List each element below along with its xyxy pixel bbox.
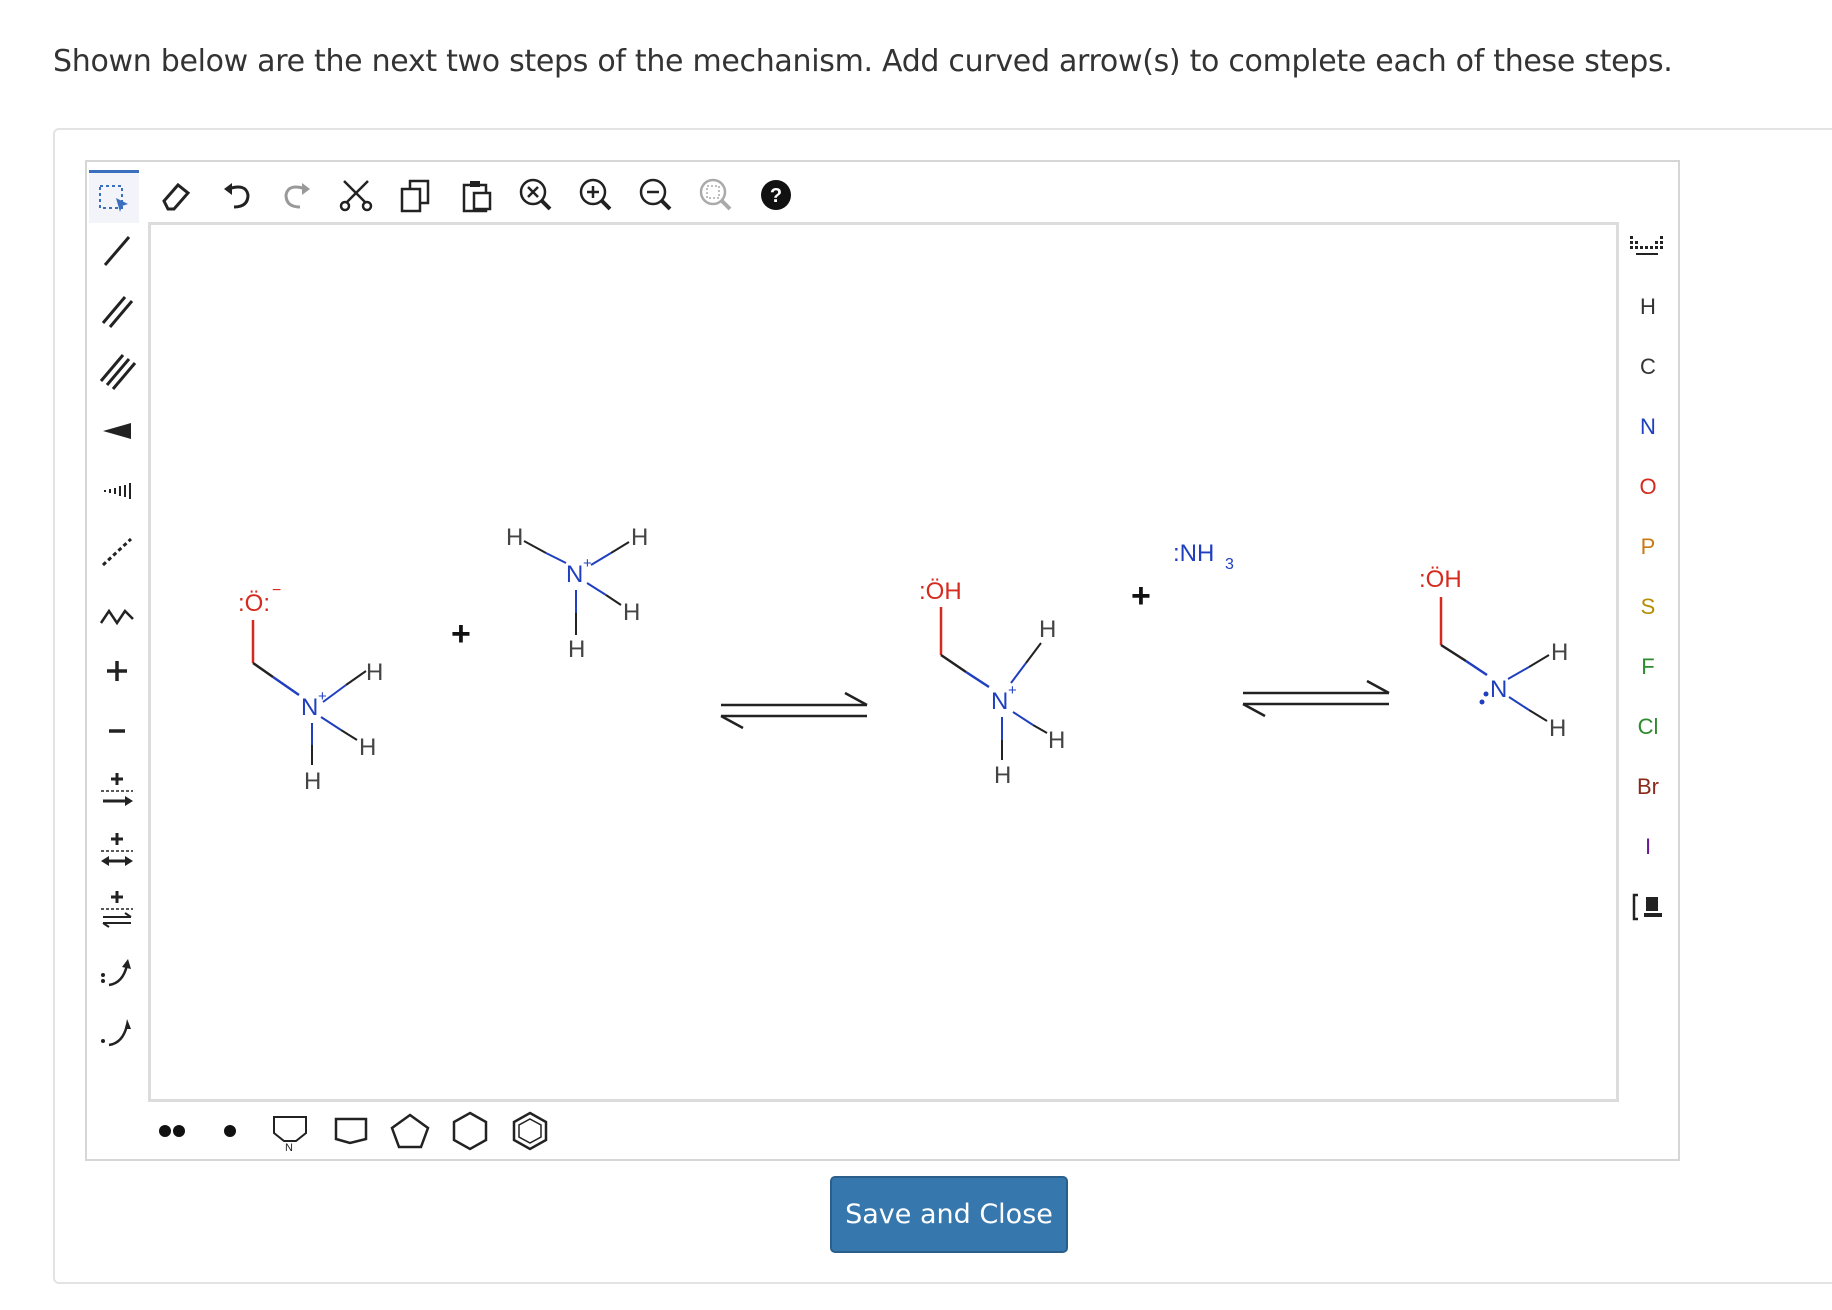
amine-n-label: N [1490, 676, 1507, 703]
hydroxyl-label: :ÖH [919, 578, 962, 605]
reaction-arrow-icon[interactable] [91, 764, 143, 818]
top-toolbar: ? [87, 162, 1678, 224]
cyclobutane-icon[interactable] [325, 1106, 375, 1156]
save-and-close-button[interactable]: Save and Close [830, 1176, 1068, 1253]
triple-bond-icon[interactable] [91, 344, 143, 398]
h-label: H [994, 762, 1011, 789]
element-cl-button[interactable]: Cl [1628, 704, 1668, 750]
h-label: H [506, 524, 523, 551]
negative-charge-icon[interactable] [91, 704, 143, 758]
svg-text:?: ? [770, 185, 782, 207]
chain-icon[interactable] [91, 584, 143, 638]
ammonia-molecule: :NH 3 [1173, 540, 1234, 573]
select-icon[interactable] [89, 170, 139, 223]
zoom-in-icon[interactable] [571, 170, 621, 220]
element-n-button[interactable]: N [1628, 404, 1668, 450]
oxide-charge: − [272, 582, 281, 599]
periodic-table-icon[interactable] [1628, 224, 1668, 270]
wedge-bond-icon[interactable] [91, 404, 143, 458]
element-br-button[interactable]: Br [1628, 764, 1668, 810]
zoom-fit-icon[interactable] [691, 170, 741, 220]
paste-icon[interactable] [451, 170, 501, 220]
single-bond-icon[interactable] [91, 224, 143, 278]
alcohol-ammonium-molecule: :ÖH N + H H H [919, 578, 1065, 789]
element-i-button[interactable]: I [1628, 824, 1668, 870]
resonance-arrow-icon[interactable] [91, 824, 143, 878]
equilibrium-arrow-icon[interactable] [91, 884, 143, 938]
h-label: H [1549, 715, 1566, 742]
ammonium-n-charge: + [318, 688, 327, 705]
element-p-button[interactable]: P [1628, 524, 1668, 570]
left-toolbar [87, 224, 147, 1104]
dashed-bond-icon[interactable] [91, 524, 143, 578]
hydroxyl-label: :ÖH [1419, 566, 1462, 593]
h-label: H [366, 659, 383, 686]
ammonium-n-label: N [301, 694, 318, 721]
element-h-button[interactable]: H [1628, 284, 1668, 330]
ammonia-label: :NH [1173, 540, 1214, 567]
plus-sign: + [1131, 577, 1151, 615]
h-label: H [359, 734, 376, 761]
h-label: H [631, 524, 648, 551]
plus-sign: + [451, 615, 471, 653]
ammonium-n-charge: + [1008, 682, 1017, 699]
copy-icon[interactable] [391, 170, 441, 220]
h-label: H [1048, 727, 1065, 754]
mechanism-drawing: :Ö: − N + H H H + H N + H H H:ÖH N + H … [238, 524, 1568, 795]
element-o-button[interactable]: O [1628, 464, 1668, 510]
lone-pair-icon[interactable] [147, 1106, 197, 1156]
cyclohexane-icon[interactable] [445, 1106, 495, 1156]
element-f-button[interactable]: F [1628, 644, 1668, 690]
svg-text:N: N [285, 1142, 293, 1153]
element-c-button[interactable]: C [1628, 344, 1668, 390]
help-icon[interactable]: ? [751, 170, 801, 220]
hash-bond-icon[interactable] [91, 464, 143, 518]
equilibrium-arrow-1 [720, 691, 868, 730]
pyrrole-icon[interactable]: N [265, 1106, 315, 1156]
ammonium-n-label: N [991, 688, 1008, 715]
ammonium-n-charge: + [583, 555, 592, 572]
zoom-out-icon[interactable] [631, 170, 681, 220]
alkoxide-molecule: :Ö: − N + H H H [238, 582, 383, 795]
ammonium-n-label: N [566, 561, 583, 588]
equilibrium-arrow-2 [1242, 679, 1390, 718]
oxide-label: :Ö: [238, 590, 270, 617]
h-label: H [623, 599, 640, 626]
eraser-icon[interactable] [151, 170, 201, 220]
redo-icon[interactable] [271, 170, 321, 220]
right-toolbar: H C N O P S F Cl Br I [1618, 224, 1678, 1104]
cyclopentane-icon[interactable] [385, 1106, 435, 1156]
drawing-canvas[interactable]: :Ö: − N + H H H + H N + H H H:ÖH N + H … [148, 222, 1619, 1102]
instruction-text: Shown below are the next two steps of th… [53, 44, 1673, 79]
cut-icon[interactable] [331, 170, 381, 220]
amino-alcohol-molecule: :ÖH N H H [1419, 566, 1568, 742]
double-bond-icon[interactable] [91, 284, 143, 338]
bottom-toolbar: N [147, 1102, 707, 1158]
benzene-icon[interactable] [505, 1106, 555, 1156]
molecule-editor: ? :Ö: − N + H H H + H N + H H H:ÖH N + … [85, 160, 1680, 1161]
h-label: H [568, 636, 585, 663]
radical-icon[interactable] [205, 1106, 255, 1156]
h-label: H [1551, 639, 1568, 666]
template-bracket-icon[interactable] [1628, 884, 1668, 930]
electron-pair-arrow-icon[interactable] [91, 944, 143, 998]
element-s-button[interactable]: S [1628, 584, 1668, 630]
ammonium-molecule: H N + H H H [506, 524, 648, 663]
clear-icon[interactable] [511, 170, 561, 220]
positive-charge-icon[interactable] [91, 644, 143, 698]
h-label: H [1039, 616, 1056, 643]
ammonia-subscript: 3 [1225, 556, 1234, 573]
h-label: H [304, 768, 321, 795]
single-electron-arrow-icon[interactable] [91, 1004, 143, 1058]
undo-icon[interactable] [213, 170, 263, 220]
